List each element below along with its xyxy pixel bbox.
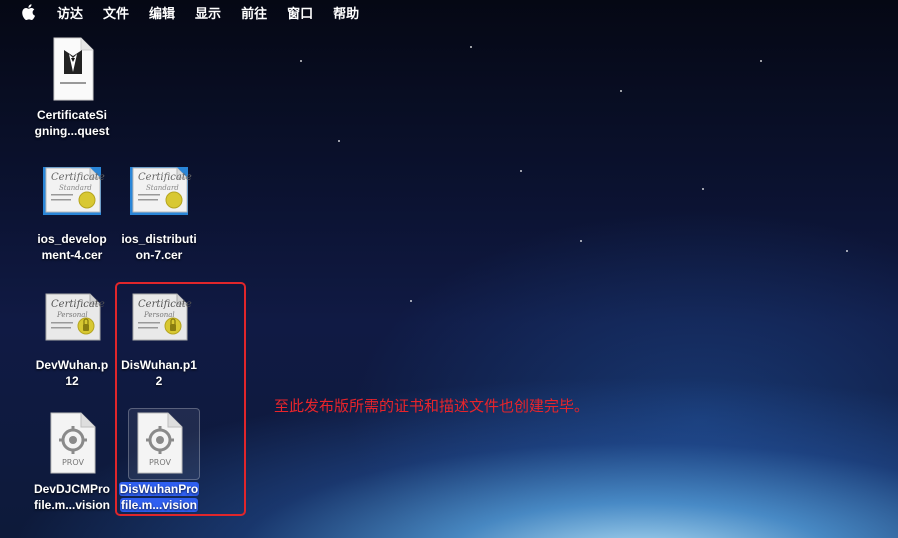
menu-go[interactable]: 前往: [241, 3, 267, 22]
cert-sub: Standard: [59, 184, 92, 192]
cert-word: Certificate: [138, 172, 192, 183]
icon-label: CertificateSi gning...quest: [34, 108, 110, 138]
cert-word: Certificate: [51, 172, 105, 183]
desktop-icon-ios-distribution-cer[interactable]: Certificate Standard ios_distributi on-7.…: [115, 160, 203, 263]
menu-help[interactable]: 帮助: [333, 3, 359, 22]
prov-badge: PROV: [62, 458, 85, 467]
icon-label: DevDJCMPro file.m...vision: [33, 482, 111, 512]
certificate-file-icon: Certificate Standard: [39, 160, 105, 226]
icon-label: ios_develop ment-4.cer: [37, 232, 107, 262]
cert-sub: Standard: [146, 184, 179, 192]
personal-certificate-file-icon: Certificate Personal: [39, 286, 105, 352]
menu-view[interactable]: 显示: [195, 3, 221, 22]
apple-logo-icon[interactable]: [21, 4, 35, 20]
cert-sub: Personal: [56, 311, 88, 319]
icon-label: ios_distributi on-7.cer: [121, 232, 197, 262]
desktop-icon-devwuhan-p12[interactable]: Certificate Personal DevWuhan.p 12: [28, 286, 116, 389]
annotation-text: 至此发布版所需的证书和描述文件也创建完毕。: [274, 398, 590, 415]
certificate-file-icon: Certificate Standard: [126, 160, 192, 226]
menu-finder[interactable]: 访达: [57, 3, 83, 22]
desktop-icon-ios-development-cer[interactable]: Certificate Standard ios_develop ment-4.c…: [28, 160, 116, 263]
cert-word: Certificate: [51, 299, 105, 310]
menu-edit[interactable]: 编辑: [149, 3, 175, 22]
provisioning-profile-file-icon: PROV: [39, 410, 105, 476]
menu-window[interactable]: 窗口: [287, 3, 313, 22]
desktop-icon-certificate-request[interactable]: CertificateSi gning...quest: [28, 36, 116, 139]
desktop-icon-devdjcm-profile[interactable]: PROV DevDJCMPro file.m...vision: [28, 410, 116, 513]
annotation-highlight-box: [115, 282, 246, 516]
icon-label: DevWuhan.p 12: [35, 358, 109, 388]
certificate-request-file-icon: [39, 36, 105, 102]
menu-bar: 访达 文件 编辑 显示 前往 窗口 帮助: [0, 0, 898, 24]
menu-file[interactable]: 文件: [103, 3, 129, 22]
